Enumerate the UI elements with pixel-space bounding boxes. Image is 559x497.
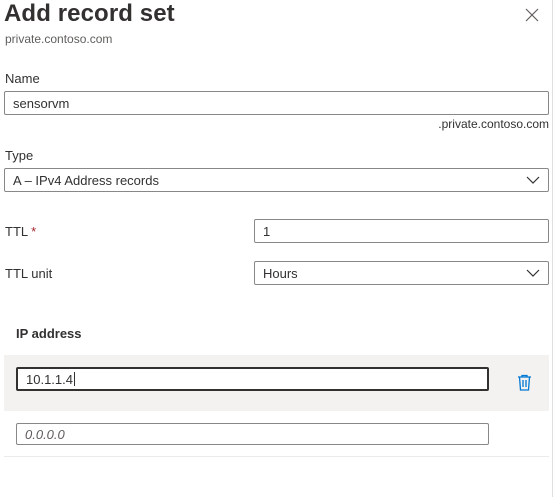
panel-title: Add record set — [4, 0, 175, 27]
chevron-down-icon — [526, 269, 540, 277]
required-indicator: * — [31, 224, 37, 239]
ttl-input[interactable]: 1 — [254, 219, 549, 243]
new-ip-address-input[interactable]: 0.0.0.0 — [16, 423, 489, 445]
close-icon[interactable] — [524, 7, 540, 23]
ip-address-value: 10.1.1.4 — [26, 371, 73, 387]
chevron-down-icon — [526, 176, 540, 184]
ip-address-input[interactable]: 10.1.1.4 — [16, 367, 489, 391]
type-dropdown-value: A – IPv4 Address records — [13, 172, 159, 188]
name-input-value: sensorvm — [13, 95, 70, 111]
section-divider — [4, 456, 549, 457]
panel-edge — [552, 0, 553, 497]
ttl-label: TTL * — [5, 224, 37, 239]
ttl-input-value: 1 — [263, 223, 271, 239]
ip-address-section-title: IP address — [16, 326, 82, 341]
new-ip-address-placeholder: 0.0.0.0 — [25, 426, 65, 442]
ttl-unit-label: TTL unit — [5, 266, 53, 281]
type-label: Type — [5, 148, 34, 163]
name-input[interactable]: sensorvm — [4, 91, 549, 115]
ttl-unit-dropdown-value: Hours — [263, 265, 298, 281]
trash-icon[interactable] — [517, 374, 532, 391]
ttl-unit-dropdown[interactable]: Hours — [254, 261, 549, 285]
name-suffix: .private.contoso.com — [438, 117, 549, 131]
name-label: Name — [5, 71, 40, 86]
panel-subtitle: private.contoso.com — [5, 32, 113, 46]
type-dropdown[interactable]: A – IPv4 Address records — [4, 168, 549, 192]
text-cursor — [74, 372, 75, 386]
